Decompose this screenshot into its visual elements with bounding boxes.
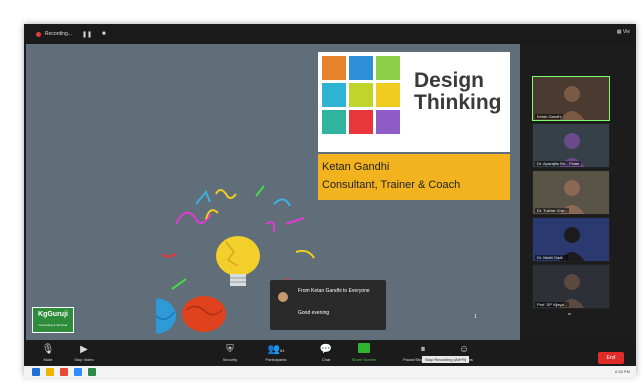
view-button[interactable]: ▦ Vie xyxy=(617,29,630,35)
presenter-caption: Ketan Gandhi Consultant, Trainer & Coach xyxy=(318,154,510,200)
sender-avatar xyxy=(278,292,288,302)
sticky-note xyxy=(349,56,373,80)
sticky-note xyxy=(322,110,346,134)
stop-recording-icon[interactable]: ■ xyxy=(102,31,106,37)
video-camera-icon: ▶ xyxy=(80,344,88,355)
participants-button[interactable]: 👥64 Participants xyxy=(256,343,296,363)
chrome-icon[interactable] xyxy=(60,368,68,376)
participant-name: Dr. Mahil Gadi... xyxy=(535,255,568,260)
security-button[interactable]: ⛨ Security xyxy=(210,343,250,363)
file-explorer-icon[interactable] xyxy=(46,368,54,376)
zoom-app-icon[interactable] xyxy=(74,368,82,376)
top-bar: Recording... ❚❚ ■ ▦ Vie xyxy=(24,24,636,44)
slide-page-number: 1 xyxy=(474,314,477,320)
recording-label: Recording... xyxy=(45,31,72,37)
sticky-note xyxy=(376,56,400,80)
microphone-icon: 🎙 xyxy=(41,344,55,355)
pause-recording-icon[interactable]: ❚❚ xyxy=(82,31,92,38)
participant-name: Prof. SP Vijaya... xyxy=(535,302,570,307)
shared-screen: Design Thinking Ketan Gandhi Consultant,… xyxy=(26,44,520,340)
design-thinking-slide: Design Thinking xyxy=(318,52,510,152)
chevron-down-icon[interactable]: ⌄ xyxy=(566,308,573,317)
recording-indicator: Recording... ❚❚ ■ xyxy=(36,28,106,40)
taskbar-clock: 6:30 PM xyxy=(615,369,630,374)
chat-button[interactable]: 💬 Chat xyxy=(306,343,346,363)
os-taskbar: 6:30 PM xyxy=(24,366,636,378)
sticky-note xyxy=(376,110,400,134)
kgguruji-logo: KgGuruji Consulting & Seminar xyxy=(32,307,74,333)
participant-name: Dr. Aparajita Sh... Finan xyxy=(535,161,582,166)
share-screen-button[interactable]: Share Screen xyxy=(344,343,384,363)
presenter-role: Consultant, Trainer & Coach xyxy=(322,179,461,191)
end-meeting-button[interactable]: End xyxy=(598,352,624,364)
stop-video-button[interactable]: ▶ Stop Video xyxy=(64,343,104,363)
participant-tile[interactable]: Ketan Gandhi xyxy=(532,76,610,121)
participant-tile[interactable]: Prof. SP Vijaya... xyxy=(532,264,610,309)
record-icon: ⏸ xyxy=(420,344,426,355)
chat-bubble-icon: 💬 xyxy=(319,344,333,355)
share-screen-icon xyxy=(344,343,384,357)
participants-icon: 👥64 xyxy=(267,344,285,355)
windows-start-icon[interactable] xyxy=(32,368,40,376)
sticky-note xyxy=(376,83,400,107)
participant-tile[interactable]: Dr. Tushar Cha... xyxy=(532,170,610,215)
stop-recording-tooltip: Stop Recording (Alt+R) xyxy=(422,356,470,363)
sticky-note xyxy=(349,83,373,107)
slide-title: Design Thinking xyxy=(414,69,502,114)
excel-icon[interactable] xyxy=(88,368,96,376)
participant-tile[interactable]: Dr. Aparajita Sh... Finan xyxy=(532,123,610,168)
participant-tile[interactable]: Dr. Mahil Gadi... xyxy=(532,217,610,262)
presenter-name: Ketan Gandhi xyxy=(322,161,390,173)
sticky-notes-graphic xyxy=(322,56,400,134)
zoom-window: Recording... ❚❚ ■ ▦ Vie Design Thinking … xyxy=(24,24,636,376)
participant-name: Dr. Tushar Cha... xyxy=(535,208,570,213)
chat-sender: From Ketan Gandhi to Everyone xyxy=(298,288,370,294)
sticky-note xyxy=(349,110,373,134)
participant-gallery: Ketan Gandhi Dr. Aparajita Sh... Finan Dr.… xyxy=(532,76,612,317)
mute-button[interactable]: 🎙 Mute xyxy=(28,343,68,363)
recording-dot-icon xyxy=(36,31,41,37)
smiley-icon: ☺ xyxy=(458,344,470,355)
shield-icon: ⛨ xyxy=(226,344,234,355)
sticky-note xyxy=(322,56,346,80)
taskbar-apps xyxy=(32,368,96,376)
sticky-note xyxy=(322,83,346,107)
chat-message: Good evening xyxy=(298,310,330,316)
chat-notification[interactable]: From Ketan Gandhi to Everyone Good eveni… xyxy=(270,280,386,330)
participant-name: Ketan Gandhi xyxy=(535,114,564,119)
